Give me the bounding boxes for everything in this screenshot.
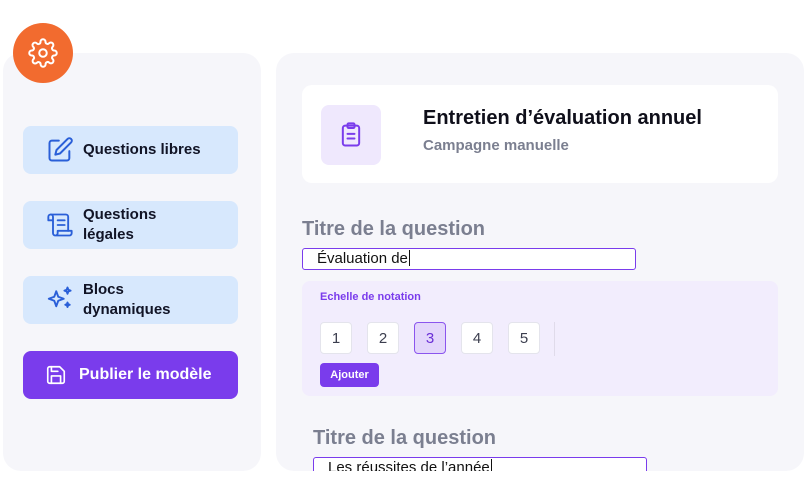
- sidebar-item-blocs-dynamiques[interactable]: Blocs dynamiques: [23, 276, 238, 324]
- sidebar-item-label: Blocs dynamiques: [83, 281, 171, 318]
- sidebar-item-label: Questions légales: [83, 206, 157, 243]
- question-title-input[interactable]: Évaluation de: [302, 248, 636, 270]
- question-title-label: Titre de la question: [313, 427, 496, 449]
- question-title-input[interactable]: Les réussites de l’année: [313, 457, 647, 471]
- rating-scale-title: Echelle de notation: [320, 291, 421, 303]
- sidebar-item-questions-libres[interactable]: Questions libres: [23, 126, 238, 174]
- rating-option[interactable]: 5: [508, 322, 540, 354]
- question-title-value: Les réussites de l’année: [328, 459, 490, 471]
- publish-button-label: Publier le modèle: [79, 366, 212, 383]
- rating-option[interactable]: 4: [461, 322, 493, 354]
- divider: [554, 322, 555, 356]
- gear-icon: [28, 38, 58, 68]
- rating-option-selected[interactable]: 3: [414, 322, 446, 354]
- sidebar-item-questions-legales[interactable]: Questions légales: [23, 201, 238, 249]
- text-caret: [490, 459, 492, 471]
- sidebar-item-label: Questions libres: [83, 141, 201, 158]
- settings-button[interactable]: [13, 23, 73, 83]
- sparkles-icon: [45, 285, 75, 315]
- rating-scale-panel: Echelle de notation 1 2 3 4 5 Ajouter: [302, 281, 778, 396]
- page-subtitle: Campagne manuelle: [423, 137, 569, 154]
- main-panel: Entretien d’évaluation annuel Campagne m…: [276, 53, 804, 471]
- edit-icon: [45, 135, 75, 165]
- text-caret: [408, 250, 410, 266]
- rating-option[interactable]: 2: [367, 322, 399, 354]
- scroll-icon: [45, 210, 75, 240]
- rating-option[interactable]: 1: [320, 322, 352, 354]
- add-button[interactable]: Ajouter: [320, 363, 379, 387]
- clipboard-icon: [321, 105, 381, 165]
- publish-button[interactable]: Publier le modèle: [23, 351, 238, 399]
- save-icon: [43, 362, 69, 388]
- template-header-card: Entretien d’évaluation annuel Campagne m…: [302, 85, 778, 183]
- page-title: Entretien d’évaluation annuel: [423, 107, 702, 129]
- question-title-value: Évaluation de: [317, 250, 408, 267]
- question-title-label: Titre de la question: [302, 218, 485, 240]
- sidebar: Questions libres Questions légales Blocs…: [3, 53, 261, 471]
